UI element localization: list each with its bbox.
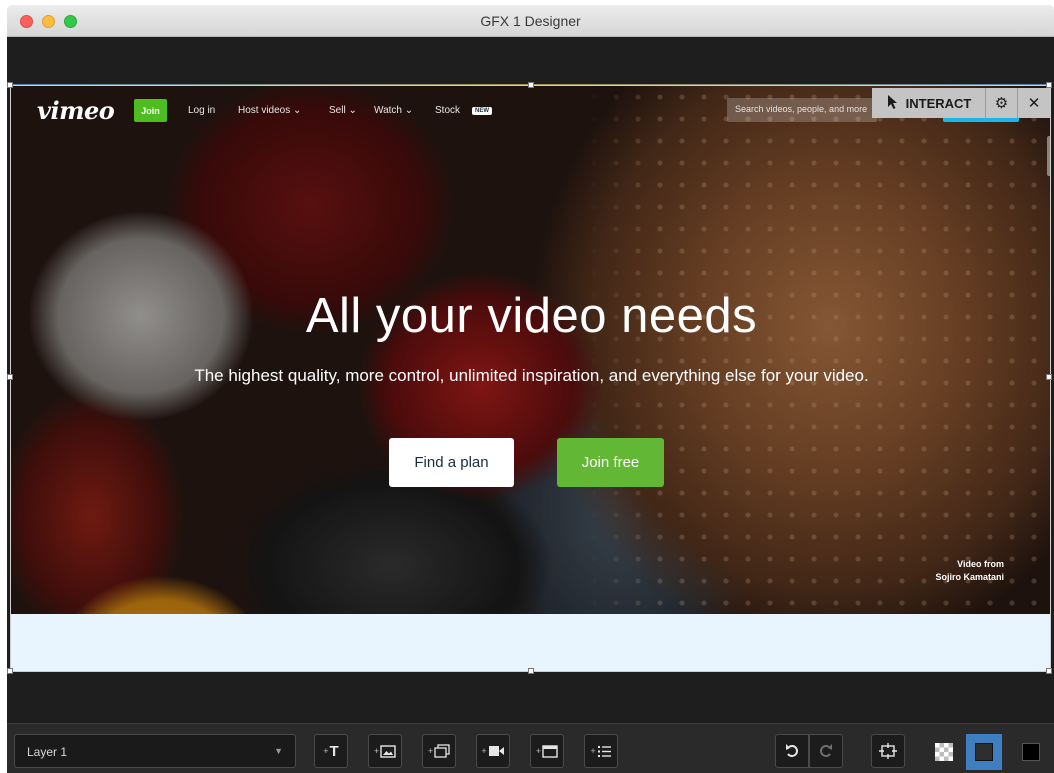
view-black-button[interactable]: [1013, 734, 1049, 770]
interact-label: INTERACT: [905, 95, 972, 111]
hero-subtitle: The highest quality, more control, unlim…: [194, 366, 869, 385]
list-icon: [597, 745, 611, 757]
add-list-button[interactable]: +: [584, 734, 618, 768]
window-title: GFX 1 Designer: [480, 13, 581, 29]
layer-select-value: Layer 1: [27, 745, 68, 759]
dark-background-icon: [975, 743, 993, 761]
nav-stock-link[interactable]: Stock: [435, 105, 460, 116]
nav-new-badge: NEW: [472, 107, 492, 115]
black-background-icon: [1022, 743, 1040, 761]
interact-toolbar: INTERACT ⚙ ✕: [872, 88, 1050, 118]
resize-handle-bottom-left[interactable]: [7, 668, 13, 674]
layer-select[interactable]: Layer 1 ▼: [14, 734, 296, 768]
nav-sell-link[interactable]: Sell ⌄: [329, 105, 357, 116]
nav-join-button[interactable]: Join: [134, 99, 167, 122]
nav-host-videos-link[interactable]: Host videos ⌄: [238, 105, 301, 116]
browser-source-canvas[interactable]: vimeo Join Log in Host videos ⌄ Sell ⌄ W…: [10, 85, 1051, 672]
video-credit: Video from Sojiro Kamatani: [935, 558, 1004, 584]
hero-overlay: [11, 86, 1050, 614]
video-camera-icon: [488, 746, 504, 756]
text-icon: T: [329, 742, 339, 760]
video-credit-author[interactable]: Sojiro Kamatani: [935, 571, 1004, 584]
resize-handle-bottom-right[interactable]: [1046, 668, 1052, 674]
gear-icon[interactable]: ⚙: [986, 88, 1018, 118]
resize-handle-right[interactable]: [1046, 374, 1052, 380]
close-icon[interactable]: ✕: [1018, 88, 1050, 118]
redo-icon: [820, 744, 832, 757]
interact-button[interactable]: INTERACT: [872, 88, 986, 118]
hero-background: vimeo Join Log in Host videos ⌄ Sell ⌄ W…: [11, 86, 1050, 614]
vimeo-logo[interactable]: vimeo: [37, 96, 115, 125]
nav-login-link[interactable]: Log in: [188, 105, 215, 116]
add-video-button[interactable]: +: [476, 734, 510, 768]
fit-to-screen-button[interactable]: [871, 734, 905, 768]
resize-handle-left[interactable]: [7, 374, 13, 380]
checkerboard-icon: [935, 743, 953, 761]
undo-button[interactable]: [775, 734, 809, 768]
image-icon: [380, 744, 396, 758]
search-input[interactable]: Search videos, people, and more: [727, 98, 877, 122]
resize-handle-top-left[interactable]: [7, 82, 13, 88]
resize-handle-bottom[interactable]: [528, 668, 534, 674]
chevron-down-icon: ▼: [274, 746, 283, 756]
slideshow-icon: [434, 744, 450, 758]
page-scrollbar[interactable]: [1047, 136, 1050, 176]
browser-window-icon: [542, 744, 558, 758]
resize-handle-top[interactable]: [528, 82, 534, 88]
add-image-button[interactable]: +: [368, 734, 402, 768]
nav-watch-link[interactable]: Watch ⌄: [374, 105, 413, 116]
hero-title: All your video needs: [305, 289, 758, 343]
cursor-icon: [886, 94, 900, 113]
fit-screen-icon: [879, 743, 897, 759]
find-plan-button[interactable]: Find a plan: [389, 438, 514, 487]
view-dark-button[interactable]: [966, 734, 1002, 770]
bottom-toolbar: Layer 1 ▼ + T + + + + +: [7, 723, 1054, 773]
view-checkerboard-button[interactable]: [926, 734, 962, 770]
join-free-button[interactable]: Join free: [557, 438, 664, 487]
undo-icon: [786, 744, 798, 757]
redo-button[interactable]: [809, 734, 843, 768]
add-slideshow-button[interactable]: +: [422, 734, 456, 768]
window-title-bar: GFX 1 Designer: [7, 5, 1054, 37]
add-browser-button[interactable]: +: [530, 734, 564, 768]
add-text-button[interactable]: + T: [314, 734, 348, 768]
video-credit-line1: Video from: [957, 559, 1004, 569]
